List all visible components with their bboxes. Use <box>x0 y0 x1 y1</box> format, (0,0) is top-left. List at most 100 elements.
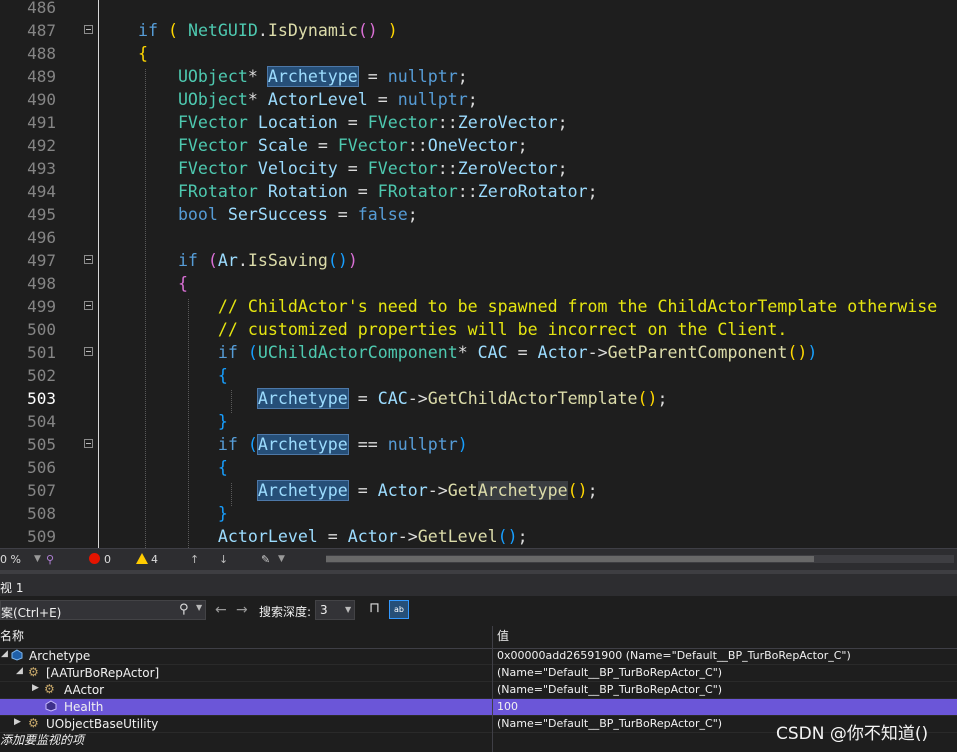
search-depth-label: 搜索深度: <box>259 605 312 619</box>
code-text[interactable]: Archetype = CAC->GetChildActorTemplate()… <box>98 387 668 410</box>
arrow-up-icon[interactable]: ↑ <box>190 553 199 566</box>
chevron-down-icon[interactable]: ▼ <box>34 554 41 564</box>
add-watch-item[interactable]: 添加要监视的项 <box>0 731 84 748</box>
code-line[interactable]: 491 FVector Location = FVector::ZeroVect… <box>0 111 957 134</box>
chevron-down-icon[interactable]: ▼ <box>278 554 285 564</box>
code-line[interactable]: 496 <box>0 226 957 249</box>
expanded-arrow-icon[interactable]: ◢ <box>16 666 23 676</box>
code-line[interactable]: 504 } <box>0 410 957 433</box>
watermark: CSDN @你不知道() <box>776 724 929 744</box>
code-text[interactable]: if (UChildActorComponent* CAC = Actor->G… <box>98 341 818 364</box>
pin-icon[interactable]: ⊓ <box>369 600 380 616</box>
col-name-header[interactable]: 名称 <box>0 627 24 644</box>
fold-toggle-icon[interactable] <box>84 255 93 264</box>
watch-row-name: UObjectBaseUtility <box>46 717 159 731</box>
code-text[interactable]: { <box>98 364 228 387</box>
code-line[interactable]: 486 <box>0 0 957 19</box>
code-line[interactable]: 492 FVector Scale = FVector::OneVector; <box>0 134 957 157</box>
fold-toggle-icon[interactable] <box>84 301 93 310</box>
code-text[interactable]: if (Archetype == nullptr) <box>98 433 468 456</box>
code-text[interactable]: if (Ar.IsSaving()) <box>98 249 358 272</box>
horizontal-scrollbar[interactable] <box>326 555 954 563</box>
code-line[interactable]: 495 bool SerSuccess = false; <box>0 203 957 226</box>
code-text[interactable]: UObject* ActorLevel = nullptr; <box>98 88 478 111</box>
watch-row-value: (Name="Default__BP_TurBoRepActor_C") <box>497 666 723 679</box>
code-line[interactable]: 497 if (Ar.IsSaving()) <box>0 249 957 272</box>
code-text[interactable]: bool SerSuccess = false; <box>98 203 418 226</box>
line-number: 500 <box>27 320 56 339</box>
zoom-level[interactable]: 0 % <box>0 553 21 566</box>
fold-toggle-icon[interactable] <box>84 347 93 356</box>
watch-row[interactable]: ▶ ⚙ AActor (Name="Default__BP_TurBoRepAc… <box>0 682 957 699</box>
code-line[interactable]: 487 if ( NetGUID.IsDynamic() ) <box>0 19 957 42</box>
line-number: 496 <box>27 228 56 247</box>
code-line[interactable]: 488 { <box>0 42 957 65</box>
search-icon[interactable]: ⚲ <box>179 602 189 617</box>
code-text[interactable]: } <box>98 410 228 433</box>
line-number: 494 <box>27 182 56 201</box>
warning-count[interactable]: 4 <box>151 553 158 566</box>
base-class-icon: ⚙ <box>44 682 55 696</box>
code-text[interactable]: { <box>98 42 148 65</box>
code-text[interactable]: // ChildActor's need to be spawned from … <box>98 295 937 318</box>
code-line[interactable]: 500 // customized properties will be inc… <box>0 318 957 341</box>
code-text[interactable]: FRotator Rotation = FRotator::ZeroRotato… <box>98 180 598 203</box>
collapsed-arrow-icon[interactable]: ▶ <box>32 683 39 693</box>
fold-toggle-icon[interactable] <box>84 439 93 448</box>
search-depth-value: 3 <box>320 603 328 617</box>
code-text[interactable]: UObject* Archetype = nullptr; <box>98 65 468 88</box>
chevron-down-icon[interactable]: ▼ <box>196 603 202 612</box>
watch-row-selected[interactable]: Health 100 <box>0 699 957 716</box>
watch-row[interactable]: ◢ Archetype 0x00000add26591900 (Name="De… <box>0 648 957 665</box>
code-text[interactable]: } <box>98 502 228 525</box>
line-number: 492 <box>27 136 56 155</box>
code-text[interactable]: ActorLevel = Actor->GetLevel(); <box>98 525 528 548</box>
arrow-down-icon[interactable]: ↓ <box>219 553 228 566</box>
column-divider[interactable] <box>492 626 493 752</box>
code-line[interactable]: 503 Archetype = CAC->GetChildActorTempla… <box>0 387 957 410</box>
expanded-arrow-icon[interactable]: ◢ <box>1 649 8 659</box>
watch-row-name: AActor <box>64 683 105 697</box>
search-depth-select[interactable]: 3 ▼ <box>315 600 355 620</box>
code-line[interactable]: 501 if (UChildActorComponent* CAC = Acto… <box>0 341 957 364</box>
code-line[interactable]: 489 UObject* Archetype = nullptr; <box>0 65 957 88</box>
line-number: 506 <box>27 458 56 477</box>
line-number: 489 <box>27 67 56 86</box>
fold-toggle-icon[interactable] <box>84 25 93 34</box>
code-text[interactable]: FVector Velocity = FVector::ZeroVector; <box>98 157 568 180</box>
code-line[interactable]: 499 // ChildActor's need to be spawned f… <box>0 295 957 318</box>
code-line[interactable]: 493 FVector Velocity = FVector::ZeroVect… <box>0 157 957 180</box>
code-line[interactable]: 507 Archetype = Actor->GetArchetype(); <box>0 479 957 502</box>
watch-row-value: 0x00000add26591900 (Name="Default__BP_Tu… <box>497 649 851 662</box>
code-text[interactable]: FVector Location = FVector::ZeroVector; <box>98 111 568 134</box>
search-input[interactable]: 案(Ctrl+E) ⚲ ▼ <box>0 600 206 620</box>
code-line[interactable]: 508 } <box>0 502 957 525</box>
error-count[interactable]: 0 <box>104 553 111 566</box>
code-text[interactable]: { <box>98 456 228 479</box>
code-line[interactable]: 494 FRotator Rotation = FRotator::ZeroRo… <box>0 180 957 203</box>
git-icon[interactable]: ⚲ <box>46 553 54 566</box>
collapsed-arrow-icon[interactable]: ▶ <box>14 717 21 727</box>
code-text[interactable]: // customized properties will be incorre… <box>98 318 787 341</box>
code-line[interactable]: 506 { <box>0 456 957 479</box>
code-line[interactable]: 505 if (Archetype == nullptr) <box>0 433 957 456</box>
watch-row[interactable]: ◢ ⚙ [AATurBoRepActor] (Name="Default__BP… <box>0 665 957 682</box>
forward-arrow-icon[interactable]: → <box>236 602 248 618</box>
error-icon[interactable] <box>89 553 100 564</box>
col-value-header[interactable]: 值 <box>497 627 509 644</box>
code-line[interactable]: 502 { <box>0 364 957 387</box>
code-text[interactable]: Archetype = Actor->GetArchetype(); <box>98 479 598 502</box>
code-editor[interactable]: 486 487 if ( NetGUID.IsDynamic() ) 488 {48… <box>0 0 957 548</box>
hex-view-icon[interactable]: ab <box>389 600 409 619</box>
code-line[interactable]: 490 UObject* ActorLevel = nullptr; <box>0 88 957 111</box>
cleanup-icon[interactable]: ✎ <box>261 553 270 566</box>
code-text[interactable]: { <box>98 272 188 295</box>
code-text[interactable]: if ( NetGUID.IsDynamic() ) <box>98 19 398 42</box>
code-text[interactable]: FVector Scale = FVector::OneVector; <box>98 134 528 157</box>
line-number: 497 <box>27 251 56 270</box>
scrollbar-thumb[interactable] <box>326 556 814 562</box>
code-line[interactable]: 498 { <box>0 272 957 295</box>
code-line[interactable]: 509 ActorLevel = Actor->GetLevel(); <box>0 525 957 548</box>
back-arrow-icon[interactable]: ← <box>215 602 227 618</box>
warning-icon[interactable] <box>136 553 148 564</box>
